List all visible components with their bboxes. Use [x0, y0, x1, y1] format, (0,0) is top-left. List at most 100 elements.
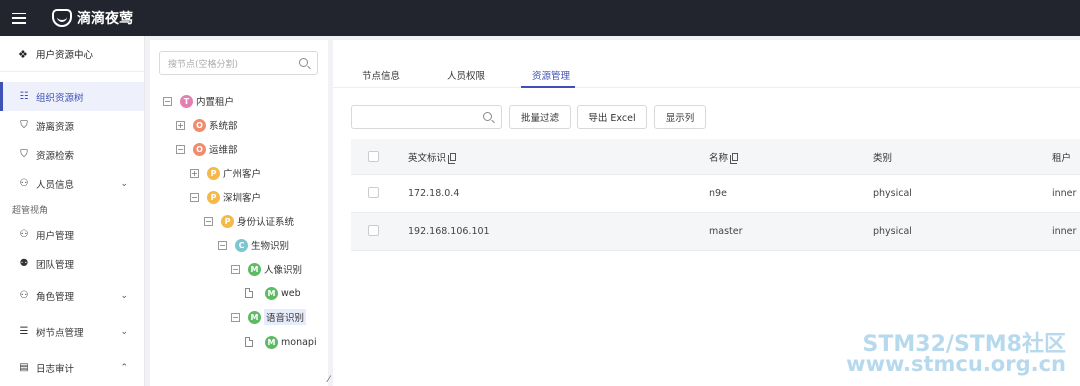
tree-node[interactable]: + O 系统部	[176, 117, 238, 133]
project-badge-icon: P	[207, 190, 220, 204]
search-icon[interactable]	[299, 58, 308, 67]
tree-node[interactable]: + P 广州客户	[190, 165, 261, 181]
tenant-badge-icon: T	[180, 94, 193, 108]
collapse-icon[interactable]: −	[190, 192, 199, 202]
sidebar-item-resource-search[interactable]: ⛉ 资源检索	[0, 140, 144, 169]
chevron-down-icon: ⌄	[120, 326, 128, 337]
project-badge-icon: P	[207, 166, 220, 180]
grid-icon: ❖	[18, 47, 28, 61]
search-icon[interactable]	[483, 112, 492, 121]
column-header-ident[interactable]: 英文标识	[408, 139, 457, 174]
tree-search-input[interactable]: 搜节点(空格分割)	[159, 51, 318, 75]
sidebar-item-role-manage[interactable]: ⚇ 角色管理 ⌄	[0, 281, 144, 310]
tree-node[interactable]: − C 生物识别	[218, 237, 289, 253]
search-box-icon: ⛉	[20, 149, 28, 160]
tab-node-info[interactable]: 节点信息	[362, 68, 400, 82]
select-all-checkbox[interactable]	[368, 151, 379, 162]
module-badge-icon: M	[265, 286, 278, 300]
collapse-icon[interactable]: −	[204, 216, 213, 226]
collapse-icon[interactable]: −	[231, 264, 240, 274]
sidebar-header-label: 用户资源中心	[36, 49, 94, 61]
show-columns-button[interactable]: 显示列	[654, 105, 706, 129]
didi-logo-icon	[52, 9, 72, 27]
tree-node[interactable]: − P 深圳客户	[190, 189, 261, 205]
chevron-down-icon: ⌄	[120, 178, 128, 189]
sidebar-item-user-manage[interactable]: ⚇ 用户管理	[0, 220, 144, 249]
sidebar-item-people-info[interactable]: ⚇ 人员信息 ⌄	[0, 169, 144, 198]
tab-member-permissions[interactable]: 人员权限	[447, 68, 485, 82]
table-header: 英文标识 名称 类别 租户	[351, 139, 1080, 175]
tree-search-placeholder: 搜节点(空格分割)	[168, 59, 239, 70]
collapse-icon[interactable]: −	[163, 96, 172, 106]
sidebar: ❖ 用户资源中心 ☷ 组织资源树 ⛉ 游离资源 ⛉ 资源检索 ⚇ 人员信息 ⌄ …	[0, 36, 145, 386]
sidebar-item-label: 资源检索	[36, 150, 75, 162]
module-badge-icon: M	[248, 262, 261, 276]
tab-resource-management[interactable]: 资源管理	[532, 68, 570, 82]
tree-icon: ☷	[19, 91, 29, 102]
sidebar-group-label: 超管视角	[12, 205, 49, 216]
cell-category: physical	[873, 226, 912, 237]
app-logo-text: 滴滴夜莺	[77, 11, 133, 27]
resource-tree-panel: 搜节点(空格分割) − T 内置租户 + O 系统部 − O 运维部 + P 广…	[150, 40, 328, 386]
tree-node[interactable]: − M 人像识别	[231, 261, 302, 277]
log-icon: ▤	[19, 362, 29, 373]
sidebar-item-label: 角色管理	[36, 291, 75, 303]
batch-filter-button[interactable]: 批量过滤	[509, 105, 571, 129]
table-row[interactable]: 192.168.106.101 master physical inner	[351, 213, 1080, 251]
cell-ident: 192.168.106.101	[408, 226, 490, 237]
cell-ident: 172.18.0.4	[408, 188, 460, 199]
sidebar-item-label: 组织资源树	[36, 92, 84, 104]
column-header-category: 类别	[873, 152, 893, 164]
org-badge-icon: O	[193, 142, 206, 156]
copy-icon[interactable]	[730, 152, 739, 164]
team-icon: ⚉	[19, 258, 29, 269]
tree-node[interactable]: M web	[245, 285, 301, 301]
panel-resize-handle[interactable]: ⁄	[328, 375, 330, 385]
sidebar-item-label: 树节点管理	[36, 327, 84, 339]
org-badge-icon: O	[193, 118, 206, 132]
row-checkbox[interactable]	[368, 225, 379, 236]
sidebar-item-org-tree[interactable]: ☷ 组织资源树	[0, 82, 144, 111]
export-excel-button[interactable]: 导出 Excel	[577, 105, 647, 129]
top-bar: 滴滴夜莺	[0, 0, 1080, 36]
chevron-up-icon: ⌃	[120, 362, 128, 373]
tree-node[interactable]: − M 语音识别	[231, 309, 307, 325]
tree-node[interactable]: − T 内置租户	[163, 93, 234, 109]
table-row[interactable]: 172.18.0.4 n9e physical inner	[351, 175, 1080, 213]
sidebar-item-label: 用户管理	[36, 230, 75, 242]
sidebar-header[interactable]: ❖ 用户资源中心	[0, 36, 144, 72]
column-header-name[interactable]: 名称	[709, 139, 739, 174]
cell-name: master	[709, 226, 743, 237]
menu-icon[interactable]	[12, 12, 26, 24]
tree-node[interactable]: M monapi	[245, 334, 317, 350]
expand-icon[interactable]: +	[176, 120, 185, 130]
sliders-icon: ☰	[19, 326, 29, 337]
cell-category: physical	[873, 188, 912, 199]
sidebar-item-team-manage[interactable]: ⚉ 团队管理	[0, 249, 144, 278]
collapse-icon[interactable]: −	[176, 144, 185, 154]
sidebar-item-tree-node-manage[interactable]: ☰ 树节点管理 ⌄	[0, 317, 144, 346]
tree-node[interactable]: − O 运维部	[176, 141, 238, 157]
sidebar-item-free-resources[interactable]: ⛉ 游离资源	[0, 111, 144, 140]
tab-bar: 节点信息 人员权限 资源管理	[333, 40, 1080, 88]
resource-search-input[interactable]	[351, 105, 502, 129]
cell-name: n9e	[709, 188, 727, 199]
copy-icon[interactable]	[448, 152, 457, 164]
chevron-down-icon: ⌄	[120, 290, 128, 301]
active-tab-indicator	[521, 86, 575, 88]
expand-icon[interactable]: +	[190, 168, 199, 178]
sidebar-item-label: 团队管理	[36, 259, 75, 271]
file-icon	[245, 337, 253, 347]
file-icon	[245, 288, 253, 298]
app-logo[interactable]: 滴滴夜莺	[52, 8, 133, 28]
tree-node[interactable]: − P 身份认证系统	[204, 213, 294, 229]
collapse-icon[interactable]: −	[218, 240, 227, 250]
collapse-icon[interactable]: −	[231, 312, 240, 322]
row-checkbox[interactable]	[368, 187, 379, 198]
cell-tenant: inner	[1052, 188, 1077, 199]
watermark-line2: www.stmcu.org.cn	[846, 352, 1066, 376]
role-icon: ⚇	[19, 290, 29, 301]
sidebar-item-audit-log[interactable]: ▤ 日志审计 ⌃	[0, 353, 144, 382]
shield-icon: ⛉	[20, 120, 28, 131]
module-badge-icon: M	[265, 335, 278, 349]
